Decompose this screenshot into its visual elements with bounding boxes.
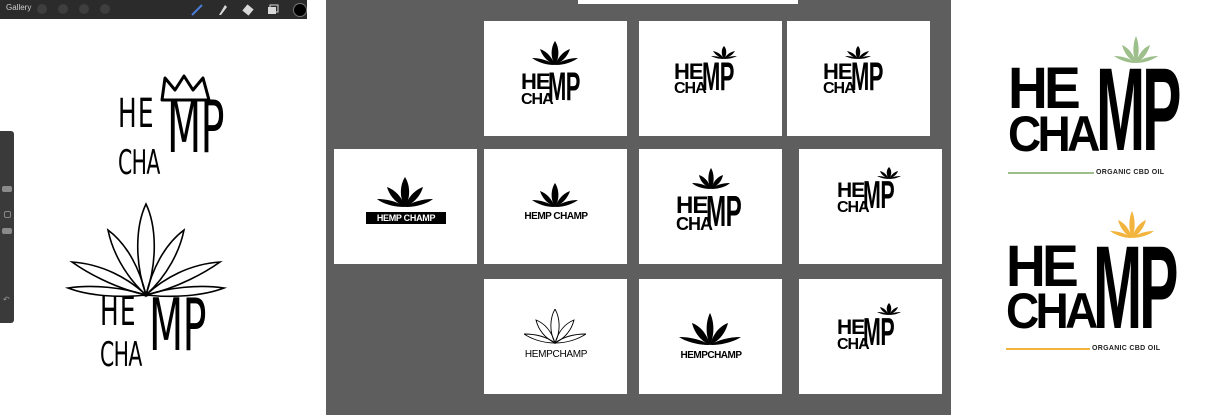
logo-card[interactable]: HE MP CHA [787, 21, 930, 136]
wordmark-top: HE [823, 59, 853, 84]
leaf-icon [679, 313, 741, 345]
modify-button[interactable] [4, 211, 11, 218]
logo-card[interactable]: HE MP CHA [639, 149, 782, 264]
layers-icon[interactable] [267, 4, 279, 15]
leaf-icon [532, 183, 578, 207]
wordmark-top: HE [521, 69, 551, 94]
wrench-icon[interactable] [37, 4, 47, 14]
color-swatch-icon[interactable] [293, 3, 307, 17]
leaf-outline-icon [524, 309, 586, 345]
brush-size-slider[interactable] [2, 186, 12, 192]
inline-wordmark: HEMPCHAMP [524, 349, 588, 360]
tagline: ORGANIC CBD OIL [1092, 345, 1161, 352]
logo-card[interactable]: HEMPCHAMP [639, 279, 782, 394]
wordmark-bottom: CHA [674, 80, 707, 97]
brush-icon[interactable] [190, 3, 204, 16]
sketch2-wordmark-m: MP [149, 283, 206, 367]
wordmark-bottom: CHA [521, 91, 554, 108]
wordmark-bottom: CHA [837, 199, 870, 216]
logo-card[interactable]: HEMP CHAMP [484, 149, 627, 264]
board-top-strip [578, 0, 798, 4]
brush-sidebar: ↶ [0, 131, 14, 323]
tagline-rule [1006, 348, 1090, 350]
opacity-slider[interactable] [2, 228, 12, 234]
final-wordmark-bottom: CHA [1008, 106, 1100, 162]
banner-text: HEMP CHAMP [376, 213, 436, 223]
final-logos-panel: HE MP CHA ORGANIC CBD OIL HE MP CHA ORGA… [960, 0, 1215, 415]
wordmark-top: HE [676, 192, 708, 219]
leaf-icon [532, 41, 578, 65]
final2-wordmark-m: MP [1093, 222, 1179, 354]
logo-card[interactable]: HEMP CHAMP [334, 149, 477, 264]
logo-card[interactable]: HE MP CHA [799, 279, 942, 394]
logo-card[interactable]: HE MP CHA [799, 149, 942, 264]
logo-card[interactable]: HEMPCHAMP [484, 279, 627, 394]
sketch-canvas[interactable]: Gallery ↶ HE MP CHA HE MP CHA [0, 0, 310, 415]
inline-wordmark: HEMPCHAMP [680, 350, 742, 361]
wordmark-bottom: CHA [823, 80, 856, 97]
wordmark-m: MP [702, 55, 734, 99]
magic-wand-icon[interactable] [58, 4, 68, 14]
transform-icon[interactable] [100, 4, 110, 14]
eraser-icon[interactable] [242, 3, 254, 16]
sketch2-wordmark-bottom: CHA [100, 335, 142, 375]
final-wordmark-m: MP [1096, 44, 1182, 176]
logo-card[interactable]: HE MP CHA [484, 21, 627, 136]
final2-wordmark-bottom: CHA [1006, 283, 1098, 339]
wordmark-m: MP [851, 55, 883, 99]
gallery-link[interactable]: Gallery [6, 3, 31, 12]
selection-icon[interactable] [79, 4, 89, 14]
wordmark-bottom: CHA [676, 214, 713, 234]
app-toolbar: Gallery [0, 0, 307, 19]
wordmark-top: HE [674, 59, 704, 84]
wordmark-bottom: CHA [837, 336, 870, 353]
sketch-wordmark-top: HE [118, 91, 155, 137]
undo-icon[interactable]: ↶ [3, 295, 10, 304]
smudge-icon[interactable] [216, 3, 228, 16]
sketch2-wordmark-top: HE [100, 289, 137, 335]
tagline: ORGANIC CBD OIL [1096, 169, 1165, 176]
inline-wordmark: HEMP CHAMP [524, 211, 588, 222]
sketch-wordmark-bottom: CHA [118, 143, 160, 183]
wordmark-top: HE [837, 316, 865, 339]
sketch-wordmark-m: MP [167, 85, 224, 169]
tagline-rule [1008, 172, 1094, 174]
leaf-icon [377, 177, 433, 207]
wordmark-top: HE [837, 179, 865, 202]
logo-card[interactable]: HE MP CHA [639, 21, 782, 136]
